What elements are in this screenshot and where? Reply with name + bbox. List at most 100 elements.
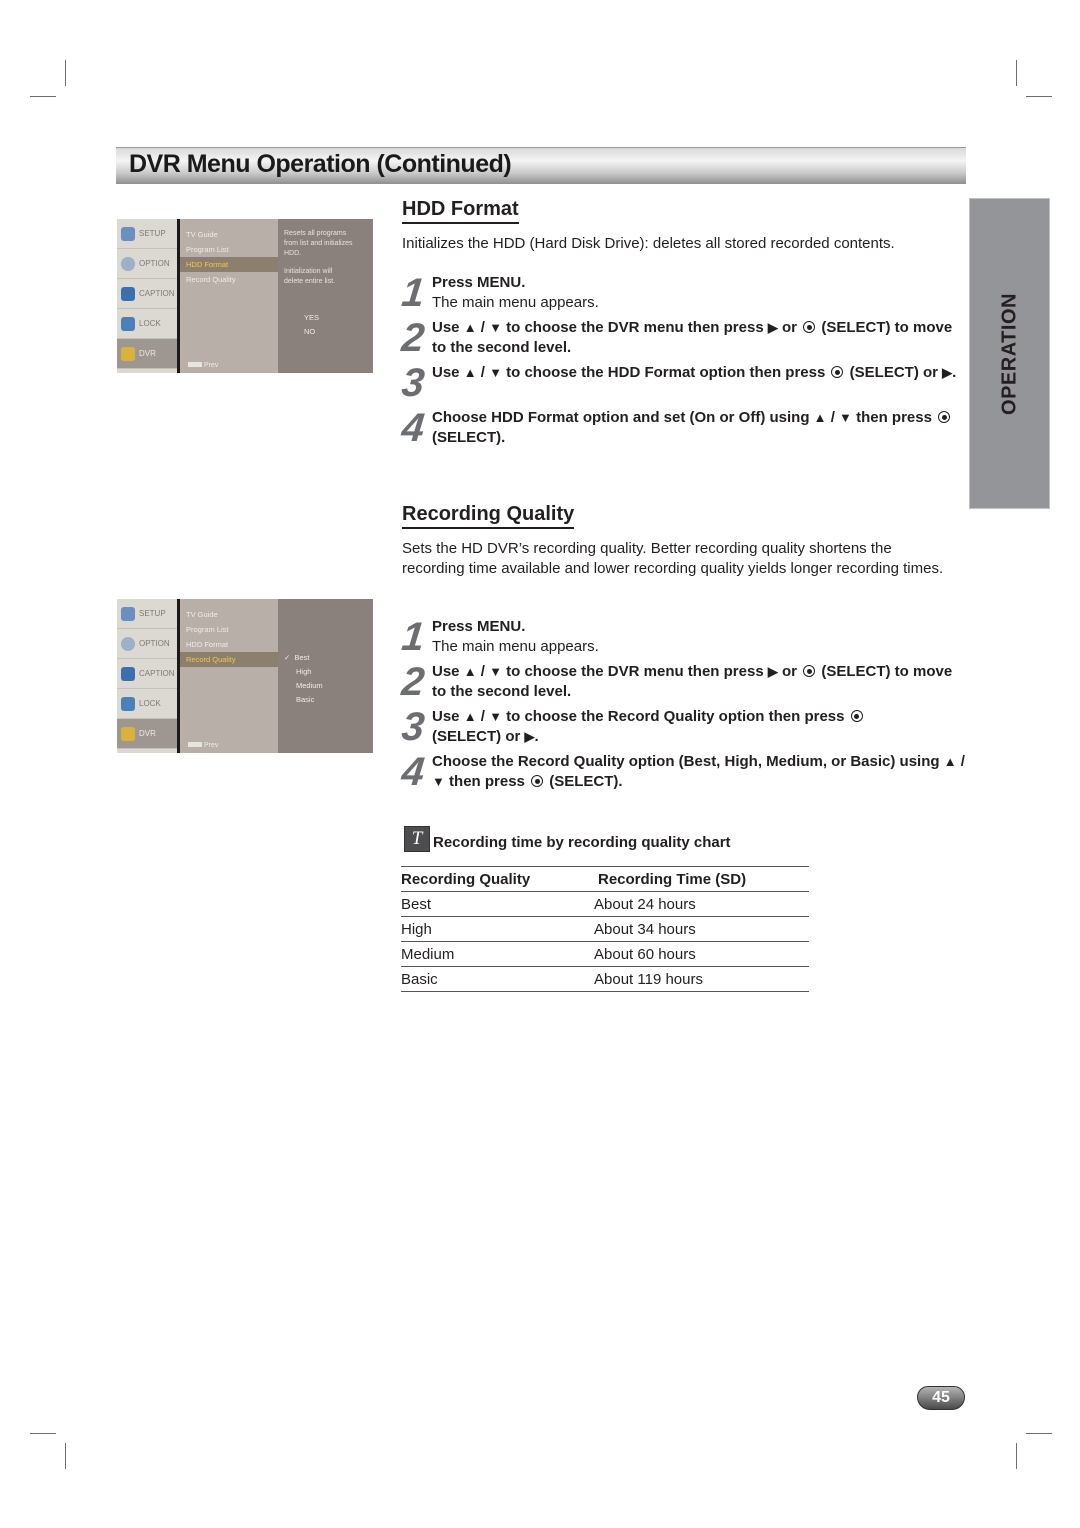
side-tab-label: OPERATION [998, 292, 1020, 415]
step-number: 2 [399, 660, 425, 704]
menu-item-option: OPTION [117, 249, 177, 279]
right-arrow-icon: ▶ [524, 729, 535, 744]
hdd-step-3: 3 Use ▲ / ▼ to choose the HDD Format opt… [400, 361, 967, 405]
up-arrow-icon: ▲ [463, 320, 477, 335]
prev-key-icon [188, 362, 202, 367]
lock-icon [121, 696, 135, 711]
menu-option: High [296, 667, 312, 676]
check-icon: ✓ [284, 653, 291, 662]
recording-time-table: Recording Quality Recording Time (SD) Be… [401, 866, 809, 992]
hdd-step-1: 1 Press MENU. The main menu appears. [399, 271, 967, 315]
crop-mark [1016, 60, 1017, 86]
hdd-step-2: 2 Use ▲ / ▼ to choose the DVR menu then … [399, 316, 967, 360]
down-arrow-icon: ▼ [489, 664, 502, 679]
up-arrow-icon: ▲ [463, 709, 477, 724]
menu-item-caption: CAPTION [117, 279, 177, 309]
step-number: 3 [399, 361, 425, 405]
crop-mark [1016, 1443, 1017, 1469]
step-number: 2 [399, 316, 425, 360]
menu-left-column: SETUP OPTION CAPTION LOCK DVR [117, 219, 177, 373]
step-number: 4 [399, 406, 425, 450]
select-button-icon [531, 775, 544, 787]
hdd-format-description: Initializes the HDD (Hard Disk Drive): d… [402, 235, 895, 252]
step-instruction: Use ▲ / ▼ to choose the Record Quality o… [432, 707, 902, 747]
dvr-icon [121, 346, 135, 361]
rq-step-3: 3 Use ▲ / ▼ to choose the Record Quality… [399, 705, 967, 749]
note-title: Recording time by recording quality char… [433, 834, 731, 851]
caption-icon [121, 286, 135, 301]
up-arrow-icon: ▲ [813, 410, 827, 425]
dvr-icon [121, 726, 135, 741]
prev-key-icon [188, 742, 202, 747]
table-cell: Medium [401, 941, 594, 967]
recording-quality-menu-screenshot: SETUP OPTION CAPTION LOCK DVR TV Guide P… [117, 599, 373, 753]
down-arrow-icon: ▼ [432, 774, 445, 789]
menu-sub-item-selected: Record Quality [180, 652, 278, 667]
menu-left-column: SETUP OPTION CAPTION LOCK DVR [117, 599, 177, 753]
select-button-icon [803, 321, 816, 333]
note-heading: T Recording time by recording quality ch… [404, 826, 731, 852]
table-row: Medium About 60 hours [401, 941, 809, 967]
menu-item-setup: SETUP [117, 219, 177, 249]
select-button-icon [938, 411, 951, 423]
page-title-bar: DVR Menu Operation (Continued) [116, 147, 966, 184]
table-cell: About 119 hours [594, 966, 809, 992]
menu-option: Medium [296, 681, 323, 690]
menu-sub-item: TV Guide [186, 230, 218, 239]
menu-right-column: Resets all programs from list and initia… [278, 219, 373, 373]
table-cell: Basic [401, 966, 594, 992]
menu-sub-item-selected: HDD Format [180, 257, 278, 272]
recording-quality-description: Sets the HD DVR’s recording quality. Bet… [402, 540, 944, 577]
down-arrow-icon: ▼ [489, 365, 502, 380]
menu-item-lock: LOCK [117, 309, 177, 339]
up-arrow-icon: ▲ [943, 754, 957, 769]
menu-sub-item: Record Quality [186, 275, 236, 284]
page-number-badge: 45 [917, 1386, 965, 1410]
table-cell: About 24 hours [594, 891, 809, 917]
menu-mid-column: TV Guide Program List HDD Format Record … [180, 599, 278, 753]
rq-step-1: 1 Press MENU. The main menu appears. [399, 615, 967, 659]
menu-right-column: ✓ Best High Medium Basic [278, 599, 373, 753]
hdd-format-menu-screenshot: SETUP OPTION CAPTION LOCK DVR TV Guide P… [117, 219, 373, 373]
hdd-step-4: 4 Choose HDD Format option and set (On o… [399, 406, 967, 450]
setup-icon [121, 226, 135, 241]
crop-mark [30, 1433, 56, 1434]
menu-footer: Prev [188, 742, 218, 749]
table-header-row: Recording Quality Recording Time (SD) [401, 866, 809, 892]
menu-option: NO [304, 327, 316, 336]
down-arrow-icon: ▼ [489, 709, 502, 724]
menu-option-checked: ✓ Best [284, 653, 310, 662]
select-button-icon [831, 366, 844, 378]
right-arrow-icon: ▶ [942, 365, 953, 380]
table-row: High About 34 hours [401, 916, 809, 942]
table-cell: Best [401, 891, 594, 917]
right-arrow-icon: ▶ [767, 320, 778, 335]
select-button-icon [803, 665, 816, 677]
select-button-icon [850, 710, 863, 722]
table-header: Recording Quality [401, 866, 594, 892]
step-instruction: Use ▲ / ▼ to choose the HDD Format optio… [432, 364, 957, 381]
table-cell: High [401, 916, 594, 942]
caption-icon [121, 666, 135, 681]
step-number: 1 [399, 271, 425, 315]
menu-help-text: delete entire list. [284, 278, 335, 285]
option-icon [121, 636, 135, 651]
rq-step-4: 4 Choose the Record Quality option (Best… [400, 750, 967, 794]
crop-mark [1026, 96, 1052, 97]
step-number: 1 [399, 615, 425, 659]
setup-icon [121, 606, 135, 621]
step-instruction: Use ▲ / ▼ to choose the DVR menu then pr… [432, 663, 953, 700]
crop-mark [30, 96, 56, 97]
menu-help-text: from list and initializes [284, 240, 353, 247]
right-arrow-icon: ▶ [767, 664, 778, 679]
table-cell: About 34 hours [594, 916, 809, 942]
crop-mark [1026, 1433, 1052, 1434]
step-instruction: Press MENU. [432, 274, 526, 291]
menu-help-text: Initialization will [284, 268, 333, 275]
recording-quality-heading: Recording Quality [402, 503, 575, 529]
menu-item-setup: SETUP [117, 599, 177, 629]
step-instruction: Press MENU. [432, 618, 526, 635]
menu-sub-item: HDD Format [186, 640, 229, 649]
menu-mid-column: TV Guide Program List HDD Format Record … [180, 219, 278, 373]
step-number: 3 [399, 705, 425, 749]
